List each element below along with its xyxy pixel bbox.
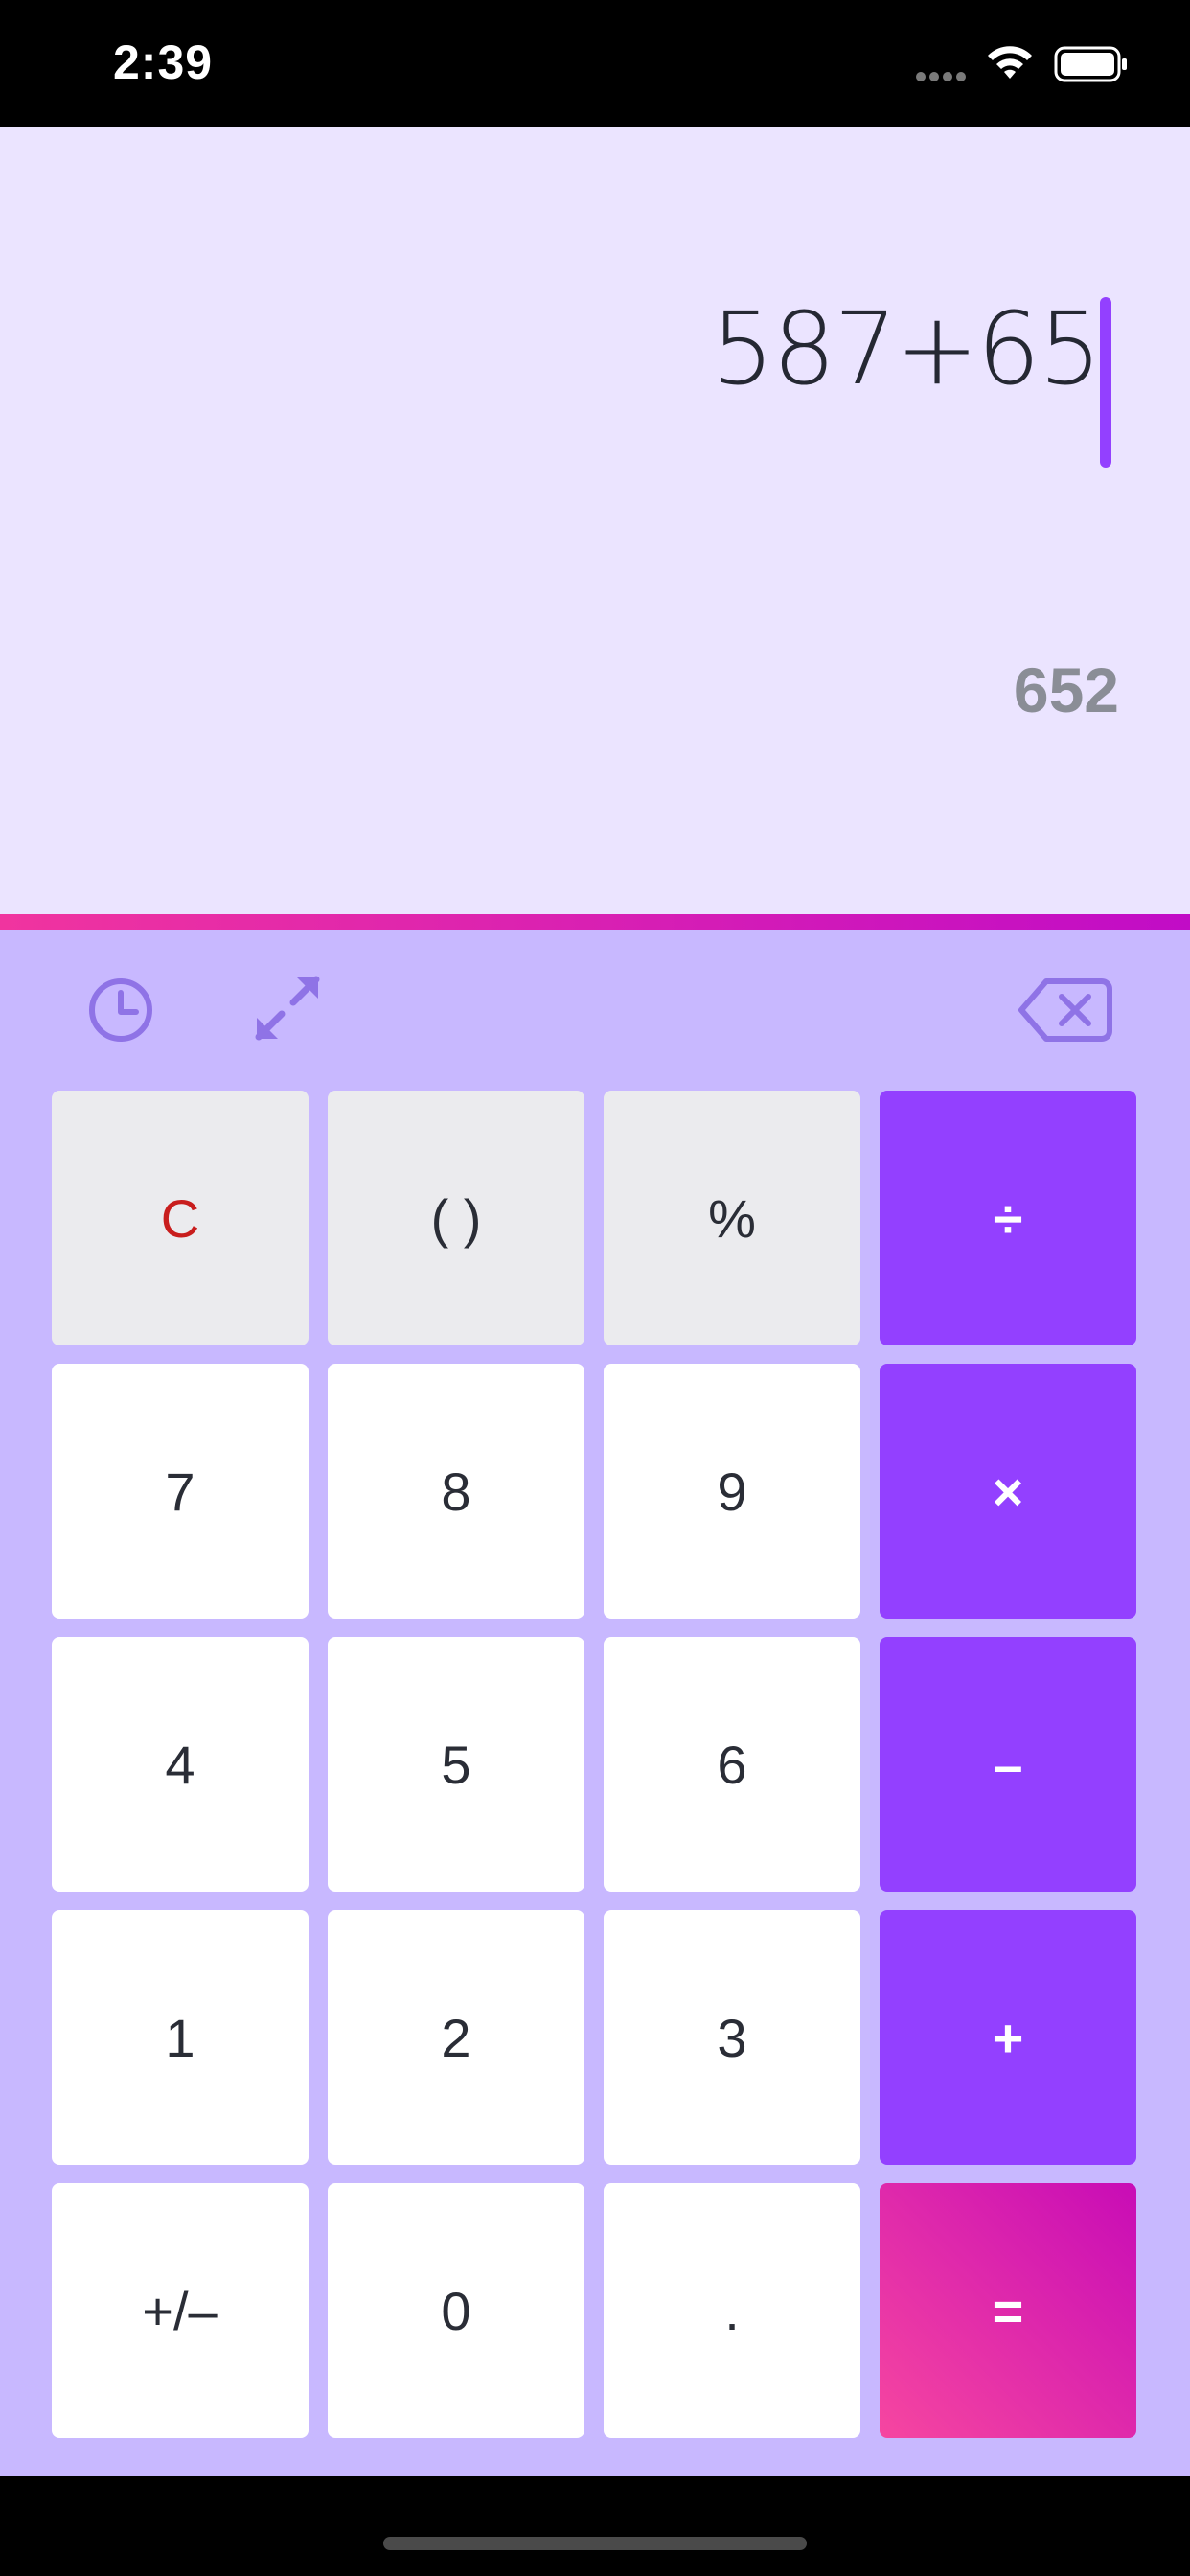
wifi-icon — [988, 46, 1032, 79]
digit-0-button[interactable]: 0 — [328, 2183, 584, 2438]
expand-icon[interactable] — [251, 972, 324, 1045]
home-indicator[interactable] — [383, 2537, 807, 2550]
calculator-display: 587+65 652 — [0, 126, 1190, 914]
home-bar-area — [0, 2476, 1190, 2576]
status-bar: 2:39 — [0, 0, 1190, 126]
history-icon[interactable] — [84, 974, 157, 1046]
multiply-button[interactable]: × — [880, 1364, 1136, 1619]
signal-icon — [916, 69, 970, 81]
expression-input[interactable]: 587+65 — [711, 299, 1102, 399]
digit-8-button[interactable]: 8 — [328, 1364, 584, 1619]
digit-1-button[interactable]: 1 — [52, 1910, 309, 2165]
parentheses-button[interactable]: ( ) — [328, 1091, 584, 1346]
result-preview: 652 — [1013, 655, 1119, 725]
backspace-icon[interactable] — [1018, 976, 1113, 1045]
text-cursor — [1100, 297, 1111, 468]
digit-2-button[interactable]: 2 — [328, 1910, 584, 2165]
digit-9-button[interactable]: 9 — [604, 1364, 860, 1619]
battery-icon — [1054, 46, 1127, 82]
accent-divider — [0, 914, 1190, 930]
subtract-button[interactable]: – — [880, 1637, 1136, 1892]
toggle-sign-button[interactable]: +/– — [52, 2183, 309, 2438]
digit-3-button[interactable]: 3 — [604, 1910, 860, 2165]
digit-6-button[interactable]: 6 — [604, 1637, 860, 1892]
status-time: 2:39 — [113, 35, 214, 89]
digit-4-button[interactable]: 4 — [52, 1637, 309, 1892]
percent-button[interactable]: % — [604, 1091, 860, 1346]
add-button[interactable]: + — [880, 1910, 1136, 2165]
divide-button[interactable]: ÷ — [880, 1091, 1136, 1346]
equals-button[interactable]: = — [880, 2183, 1136, 2438]
digit-7-button[interactable]: 7 — [52, 1364, 309, 1619]
digit-5-button[interactable]: 5 — [328, 1637, 584, 1892]
decimal-button[interactable]: . — [604, 2183, 860, 2438]
clear-button[interactable]: C — [52, 1091, 309, 1346]
